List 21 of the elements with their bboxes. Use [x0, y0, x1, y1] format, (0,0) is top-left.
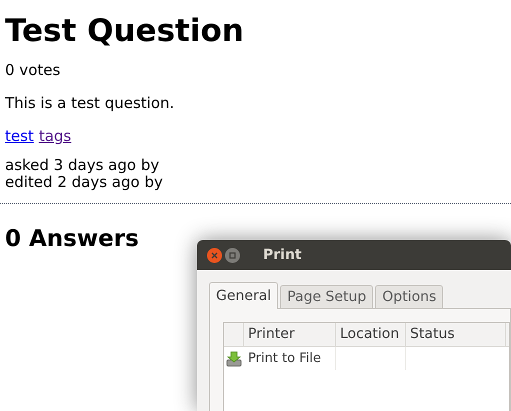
- question-body: This is a test question.: [5, 93, 174, 113]
- close-button[interactable]: [207, 248, 222, 262]
- tag-link[interactable]: test: [5, 126, 34, 146]
- tab[interactable]: General: [209, 282, 278, 309]
- close-icon: [211, 252, 218, 258]
- tag-link[interactable]: tags: [38, 126, 72, 146]
- maximize-icon: [229, 252, 236, 258]
- dialog-title: Print: [263, 246, 302, 264]
- asked-info: asked 3 days ago by: [5, 156, 160, 174]
- question-title: Test Question: [5, 12, 244, 51]
- vote-count: 0 votes: [5, 60, 60, 80]
- column-header[interactable]: Printer: [248, 324, 295, 345]
- answers-heading: 0 Answers: [5, 225, 139, 254]
- column-header[interactable]: Location: [340, 324, 400, 345]
- tab[interactable]: Page Setup: [280, 285, 374, 309]
- printer-name[interactable]: Print to File: [248, 348, 321, 368]
- maximize-button[interactable]: [225, 248, 240, 262]
- download-drive-icon: [226, 350, 242, 366]
- edited-info: edited 2 days ago by: [5, 173, 163, 191]
- tab[interactable]: Options: [375, 285, 444, 309]
- column-header[interactable]: Status: [410, 324, 455, 345]
